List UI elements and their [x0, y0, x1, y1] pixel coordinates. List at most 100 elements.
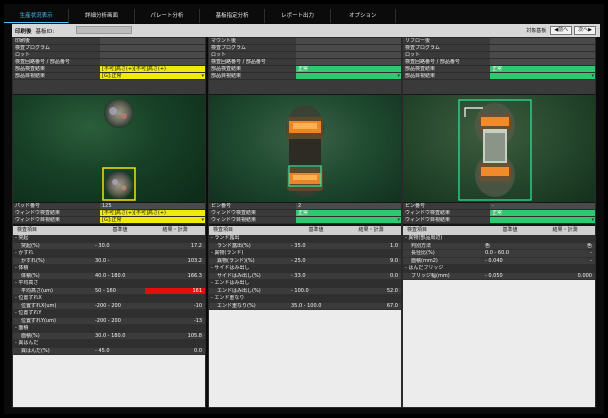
table-row[interactable]: 面積(%) 30.0 - 180.0 105.8 [13, 332, 205, 340]
measurement-table: - ランド露出 ランド露出(%) - 35.0 1.0 - 異物(ランド) 異物(ランド)… [209, 235, 401, 407]
info-value [296, 45, 401, 51]
table-row[interactable]: 体積(%) 40.0 - 180.0 166.3 [13, 272, 205, 280]
measurement-table-header: 検査項目 基準値 結果・計測 [13, 226, 205, 235]
reference-value: -200 - 200 [95, 317, 121, 324]
next-board-button[interactable]: 次へ▶ [574, 26, 596, 35]
table-row[interactable]: ブリッジ幅(mm) - 0.050 0.000 [403, 272, 595, 280]
info-row: ロット [403, 52, 595, 59]
info-row: 部品目視結果 [403, 73, 595, 80]
pcb-reflow-image [458, 99, 532, 201]
table-group-row[interactable]: - エンド重なり [209, 295, 401, 303]
col-result: 結果・計測 [162, 227, 188, 233]
info-row: マウント後 [209, 38, 401, 45]
info-value[interactable] [490, 73, 595, 79]
reference-value: -200 - 200 [95, 302, 121, 309]
table-row[interactable]: ランド露出(%) - 35.0 1.0 [209, 242, 401, 250]
window-label: ピン番号 [211, 203, 232, 209]
info-value [490, 52, 595, 58]
table-row[interactable]: 平均高さ(um) 50 - 160 161 [13, 287, 205, 295]
solder-pad-lower [105, 171, 133, 199]
pcb-component-image [286, 105, 324, 197]
col-inspection-item: 検査項目 [213, 227, 234, 233]
reference-value [291, 235, 341, 242]
table-group-row[interactable]: - ランド露出 [209, 235, 401, 243]
table-group-row[interactable]: - はんだブリッジ [403, 265, 595, 273]
item-name: - かすれ [15, 250, 34, 256]
tab-pareto-analysis[interactable]: パレート分析 [135, 9, 200, 23]
measured-value [535, 235, 595, 242]
window-row: ウィンドウ目視結果 [209, 217, 401, 224]
window-row: ウィンドウ目視結果 [G]:正常 [13, 217, 205, 224]
window-value: 正常 [490, 210, 595, 216]
tab-production-status[interactable]: 生産状況表示 [4, 9, 70, 23]
tab-options[interactable]: オプション [331, 9, 396, 23]
reference-value [95, 295, 145, 302]
info-row: 検査回路番号 / 部品番号 [209, 59, 401, 66]
table-group-row[interactable]: - 突起 [13, 235, 205, 243]
reference-value: - 100.0 [291, 287, 309, 294]
table-group-row[interactable]: - 位置ずれX [13, 295, 205, 303]
table-row[interactable]: 位置ずれX(um) -200 - 200 -10 [13, 302, 205, 310]
table-row[interactable]: サイドはみ出し(%) - 33.0 0.0 [209, 272, 401, 280]
target-board-label: 対象基板 [526, 28, 547, 34]
item-name: エンド重なり(%) [217, 302, 256, 309]
info-value[interactable] [296, 73, 401, 79]
item-name: - 平均高さ [15, 280, 39, 286]
inspection-image[interactable] [13, 95, 205, 202]
table-row[interactable]: エンドはみ出し(%) - 100.0 52.0 [209, 287, 401, 295]
table-row[interactable]: 位置ずれY(um) -200 - 200 -13 [13, 317, 205, 325]
info-value [490, 38, 595, 44]
info-row: 印刷後 [13, 38, 205, 45]
info-row: 部品検査結果 正常 [403, 66, 595, 73]
table-row[interactable]: 判別方法 色 色 [403, 242, 595, 250]
col-inspection-item: 検査項目 [17, 227, 38, 233]
table-row[interactable]: 面積(mm2) - 0.040 - [403, 257, 595, 265]
item-name: エンドはみ出し(%) [217, 287, 261, 294]
table-group-row[interactable]: - かすれ [13, 250, 205, 258]
tab-board-analysis[interactable]: 基板指定分析 [200, 9, 266, 23]
table-row[interactable]: エンド重なり(%) 35.0 - 100.0 67.0 [209, 302, 401, 310]
item-name: ブリッジ幅(mm) [411, 272, 450, 279]
table-group-row[interactable]: - 異はんだ [13, 340, 205, 348]
window-value[interactable]: [G]:正常 [100, 217, 205, 223]
prev-board-button[interactable]: ◀前へ [550, 26, 573, 35]
table-row[interactable]: かすれ(%) 30.0 - 103.2 [13, 257, 205, 265]
component-info-panel: マウント後 検査プログラム ロット 検査回路番号 / 部品番号 部品検査結果 正常 部品目視… [209, 38, 401, 94]
inspection-image[interactable] [209, 95, 401, 202]
table-row[interactable]: 異はんだ(%) - 45.0 0.0 [13, 347, 205, 355]
tab-detail-analysis[interactable]: 詳細分析画面 [69, 9, 135, 23]
item-name: 異物(ランド)(%) [217, 257, 255, 264]
inspection-image[interactable] [403, 95, 595, 202]
table-group-row[interactable]: - 体積 [13, 265, 205, 273]
table-group-row[interactable]: - 位置ずれY [13, 310, 205, 318]
table-group-row[interactable]: - 平均高さ [13, 280, 205, 288]
window-label: ウィンドウ検査結果 [211, 210, 257, 216]
component-body [289, 139, 321, 169]
table-group-row[interactable]: - 面積 [13, 325, 205, 333]
board-id-field[interactable] [76, 26, 132, 34]
table-group-row[interactable]: - 異物(ランド) [209, 250, 401, 258]
window-value: - [490, 203, 595, 209]
info-value [296, 59, 401, 65]
info-row: 部品検査結果 正常 [209, 66, 401, 73]
info-value [296, 52, 401, 58]
reference-value: - 30.0 [95, 242, 110, 249]
window-value[interactable] [296, 217, 401, 223]
table-row[interactable]: 異物(ランド)(%) - 25.0 9.0 [209, 257, 401, 265]
measurement-table: - 異物(部品周辺) 判別方法色色長径比(%) 0.0 - 60.0- 面積(mm2)… [403, 235, 595, 407]
table-row[interactable]: 長径比(%) 0.0 - 60.0 - [403, 250, 595, 258]
window-value[interactable] [490, 217, 595, 223]
info-label: 検査回路番号 / 部品番号 [15, 59, 70, 65]
reference-value [485, 265, 535, 272]
table-group-row[interactable]: - サイドはみ出し [209, 265, 401, 273]
table-row[interactable]: 突起(%) - 30.0 17.2 [13, 242, 205, 250]
info-value[interactable]: [G]:正常 [100, 73, 205, 79]
table-group-row[interactable]: - エンドはみ出し [209, 280, 401, 288]
table-group-row[interactable]: - 異物(部品周辺) [403, 235, 595, 243]
window-row: ピン番号 2 [209, 203, 401, 210]
item-name: - 面積 [15, 325, 29, 331]
component-info-panel: 印刷後 検査プログラム ロット 検査回路番号 / 部品番号 部品検査結果 [不可]高さ(+… [13, 38, 205, 94]
tab-report-output[interactable]: レポート出力 [265, 9, 331, 23]
measured-value [341, 295, 401, 302]
item-name: - ランド露出 [211, 235, 240, 241]
